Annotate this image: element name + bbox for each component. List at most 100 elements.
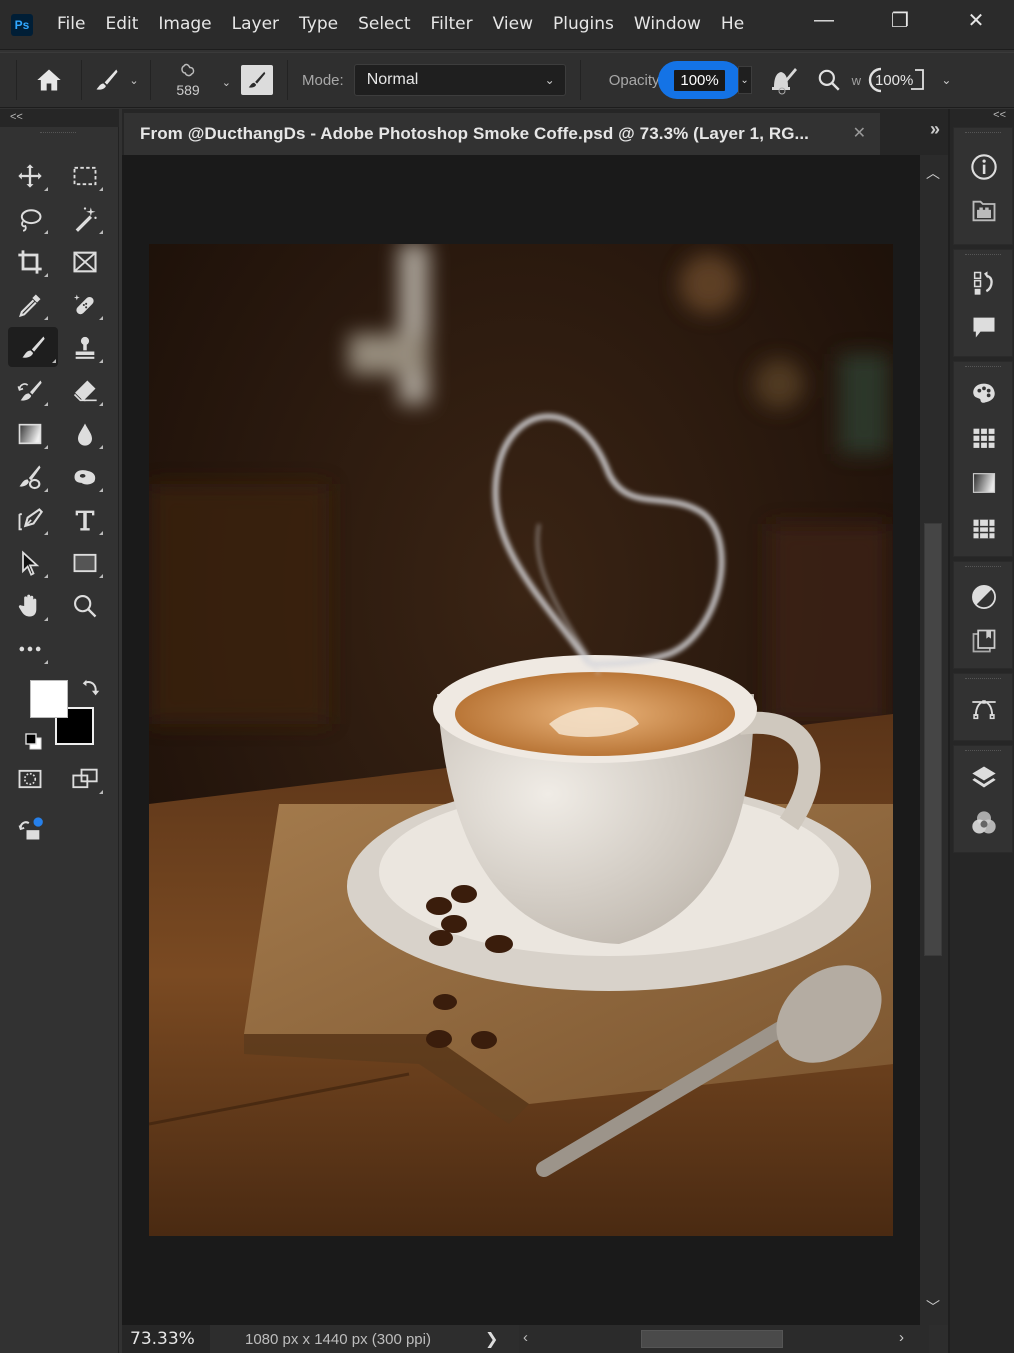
horizontal-scrollbar[interactable]: ‹ ›	[519, 1325, 929, 1353]
chevron-down-icon: ⌄	[221, 77, 231, 89]
color-panel-button[interactable]	[966, 376, 1002, 410]
rectangle-tool[interactable]	[65, 544, 105, 582]
hand-tool[interactable]	[10, 587, 50, 625]
minimize-button[interactable]: —	[786, 0, 862, 40]
channels-panel-button[interactable]	[966, 806, 1002, 840]
close-tab-icon[interactable]: ✕	[853, 123, 866, 143]
frame-tool[interactable]	[65, 243, 105, 281]
eraser-tool[interactable]	[65, 372, 105, 410]
patterns-icon	[973, 519, 995, 539]
gradient-tool[interactable]	[10, 415, 50, 453]
search-button[interactable]	[812, 67, 846, 93]
toolbar-collapse-button[interactable]: <<	[0, 109, 119, 127]
blur-tool[interactable]	[65, 415, 105, 453]
menu-filter[interactable]: Filter	[421, 0, 483, 50]
lasso-tool[interactable]	[10, 200, 50, 238]
menu-type[interactable]: Type	[289, 0, 348, 50]
right-panel-dock: <<	[948, 109, 1014, 1353]
scroll-left-icon[interactable]: ‹	[523, 1329, 528, 1346]
brush-icon	[96, 69, 118, 90]
zoom-level-input[interactable]: 73.33%	[122, 1325, 210, 1353]
menu-window[interactable]: Window	[624, 0, 711, 50]
magic-wand-icon	[75, 207, 97, 232]
chevron-down-icon[interactable]: ⌄	[941, 73, 951, 87]
swap-colors-button[interactable]	[80, 677, 102, 699]
pressure-opacity-icon	[771, 68, 797, 95]
menu-image[interactable]: Image	[148, 0, 221, 50]
path-selection-tool[interactable]	[10, 544, 50, 582]
mode-select[interactable]: Normal ⌄	[353, 64, 566, 96]
menu-view[interactable]: View	[483, 0, 543, 50]
move-tool[interactable]	[10, 157, 50, 195]
restore-button[interactable]: ❐	[862, 0, 938, 40]
brush-preset-picker[interactable]: 589 ⌄	[157, 62, 231, 98]
document-info[interactable]: 1080 px x 1440 px (300 ppi)	[245, 1331, 485, 1348]
brush-settings-toggle[interactable]	[241, 65, 273, 95]
pressure-opacity-button[interactable]	[762, 65, 806, 95]
more-icon	[19, 646, 41, 652]
brush-tip-icon	[181, 63, 195, 77]
more-tabs-icon[interactable]: »	[930, 119, 940, 140]
screen-mode-button[interactable]	[65, 760, 105, 798]
toolbar-grip[interactable]	[40, 132, 76, 135]
edit-toolbar-button[interactable]	[10, 630, 50, 668]
dodge-tool[interactable]	[10, 458, 50, 496]
healing-brush-tool[interactable]	[65, 286, 105, 324]
patterns-panel-button[interactable]	[966, 512, 1002, 546]
document-image[interactable]	[149, 244, 893, 1236]
quick-mask-button[interactable]	[10, 760, 50, 798]
zoom-tool[interactable]	[65, 587, 105, 625]
status-menu-arrow[interactable]: ❯	[485, 1329, 515, 1349]
menu-file[interactable]: File	[47, 0, 95, 50]
flow-control[interactable]: 100%	[865, 65, 927, 95]
tool-preset-picker[interactable]: ⌄	[88, 66, 144, 94]
vertical-scrollbar[interactable]: ︿ ﹀	[920, 155, 948, 1325]
adjustments-icon	[972, 585, 996, 609]
content-credentials-button[interactable]	[10, 810, 50, 848]
horizontal-scroll-thumb[interactable]	[641, 1330, 783, 1348]
history-brush-tool[interactable]	[10, 372, 50, 410]
default-colors-button[interactable]	[24, 732, 44, 752]
photoshop-logo: Ps	[11, 13, 33, 36]
adjustments-panel-button[interactable]	[966, 580, 1002, 614]
menu-select[interactable]: Select	[348, 0, 420, 50]
paths-panel-button[interactable]	[966, 692, 1002, 726]
gradients-panel-button[interactable]	[966, 466, 1002, 500]
panel-collapse-button[interactable]: <<	[993, 109, 1006, 121]
styles-icon	[972, 629, 996, 653]
brush-settings-icon	[248, 71, 266, 88]
crop-tool[interactable]	[10, 243, 50, 281]
options-grip	[16, 60, 17, 100]
menu-plugins[interactable]: Plugins	[543, 0, 624, 50]
layers-panel-button[interactable]	[966, 760, 1002, 794]
comments-panel-button[interactable]	[966, 310, 1002, 344]
close-button[interactable]: ✕	[938, 0, 1014, 40]
history-panel-button[interactable]	[966, 266, 1002, 300]
home-button[interactable]	[23, 66, 75, 94]
sponge-tool[interactable]	[65, 458, 105, 496]
opacity-dropdown[interactable]: ⌄	[737, 66, 752, 94]
info-panel-button[interactable]	[966, 150, 1002, 184]
pen-tool[interactable]	[10, 501, 50, 539]
opacity-input[interactable]: 100%	[674, 69, 725, 91]
libraries-panel-button[interactable]	[966, 194, 1002, 228]
scroll-right-icon[interactable]: ›	[899, 1329, 904, 1346]
type-tool[interactable]	[65, 501, 105, 539]
styles-panel-button[interactable]	[966, 624, 1002, 658]
swap-arrows-icon	[82, 679, 100, 696]
document-tab[interactable]: From @DucthangDs - Adobe Photoshop Smoke…	[124, 113, 880, 155]
vertical-scroll-thumb[interactable]	[924, 523, 942, 956]
menu-edit[interactable]: Edit	[95, 0, 148, 50]
menu-layer[interactable]: Layer	[222, 0, 289, 50]
menu-help[interactable]: He	[711, 0, 754, 50]
brush-tool[interactable]	[8, 327, 58, 367]
mode-value: Normal	[366, 71, 419, 88]
marquee-tool[interactable]	[65, 157, 105, 195]
swatches-panel-button[interactable]	[966, 421, 1002, 455]
eyedropper-tool[interactable]	[10, 286, 50, 324]
magic-wand-tool[interactable]	[65, 200, 105, 238]
scroll-down-icon[interactable]: ﹀	[926, 1297, 940, 1317]
clone-stamp-tool[interactable]	[65, 329, 105, 367]
scroll-up-icon[interactable]: ︿	[926, 163, 940, 183]
foreground-color-swatch[interactable]	[30, 680, 68, 718]
